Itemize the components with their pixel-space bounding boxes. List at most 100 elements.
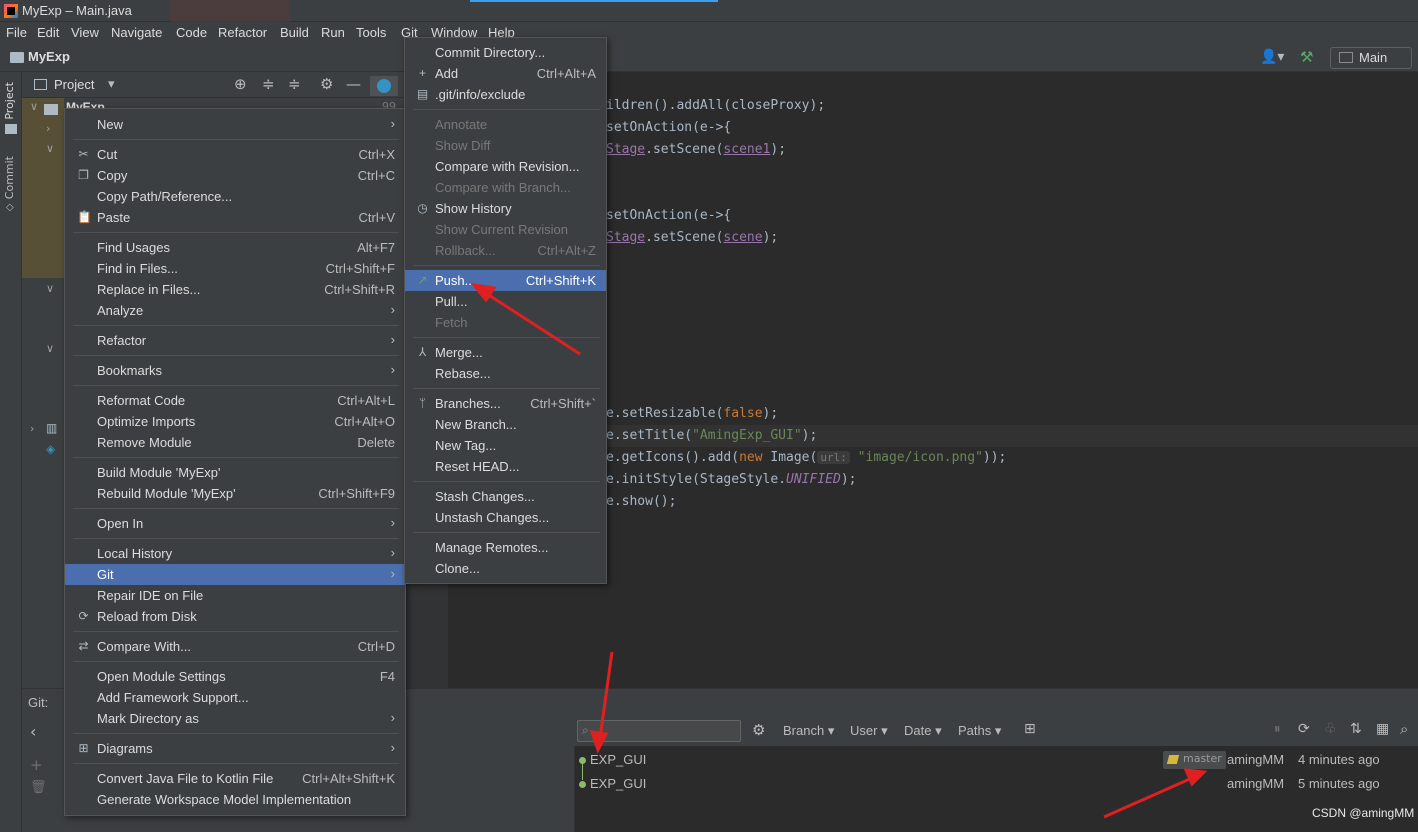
git-menu-item-stash-changes[interactable]: Stash Changes... <box>405 486 606 507</box>
menu-item-label: Rebase... <box>435 366 491 381</box>
context-menu-item-reload-from-disk[interactable]: ⟳ Reload from Disk <box>65 606 405 627</box>
add-icon[interactable]: + <box>30 756 43 774</box>
delete-icon[interactable]: 🗑 <box>30 780 47 795</box>
context-menu-item-git[interactable]: Git › <box>65 564 405 585</box>
context-menu-item-generate-workspace-model-implementation[interactable]: Generate Workspace Model Implementation <box>65 789 405 810</box>
git-menu-item-show-history[interactable]: ◷ Show History <box>405 198 606 219</box>
refresh-icon[interactable]: ⟳ <box>1298 721 1310 737</box>
search-icon[interactable]: ⌕ <box>1400 720 1408 738</box>
context-menu-item-compare-with[interactable]: ⇄ Compare With... Ctrl+D <box>65 636 405 657</box>
watermark: CSDN @amingMM <box>1312 806 1415 820</box>
git-menu-item-add[interactable]: + Add Ctrl+Alt+A <box>405 63 606 84</box>
locate-file-icon[interactable]: ⊕ <box>234 75 247 93</box>
git-menu-item-push[interactable]: ↗ Push... Ctrl+Shift+K <box>405 270 606 291</box>
git-menu-item-branches[interactable]: ᛘ Branches... Ctrl+Shift+` <box>405 393 606 414</box>
git-menu-item-reset-head[interactable]: Reset HEAD... <box>405 456 606 477</box>
tree-collapsed-chevron-icon[interactable]: › <box>30 422 34 435</box>
menu-separator <box>413 337 600 338</box>
context-menu-item-refactor[interactable]: Refactor › <box>65 330 405 351</box>
commit-tool-tab[interactable]: Commit <box>3 156 16 199</box>
new-tab-icon[interactable]: ⊞ <box>1024 721 1036 737</box>
context-menu-item-replace-in-files[interactable]: Replace in Files... Ctrl+Shift+R <box>65 279 405 300</box>
context-menu-item-open-module-settings[interactable]: Open Module Settings F4 <box>65 666 405 687</box>
context-menu-item-copy[interactable]: ❐ Copy Ctrl+C <box>65 165 405 186</box>
git-menu-item-git-info-exclude[interactable]: ▤ .git/info/exclude <box>405 84 606 105</box>
context-menu-item-remove-module[interactable]: Remove Module Delete <box>65 432 405 453</box>
menu-item-shortcut: Alt+F7 <box>357 240 395 255</box>
user-filter[interactable]: User ▾ <box>850 723 888 739</box>
git-menu-item-new-branch[interactable]: New Branch... <box>405 414 606 435</box>
context-menu-item-copy-path-reference[interactable]: Copy Path/Reference... <box>65 186 405 207</box>
context-menu-item-paste[interactable]: 📋 Paste Ctrl+V <box>65 207 405 228</box>
breadcrumb-project[interactable]: MyExp <box>28 49 70 64</box>
minimize-icon[interactable]: — <box>346 75 361 93</box>
pause-icon[interactable]: ⏸ <box>1274 722 1281 737</box>
context-menu-item-bookmarks[interactable]: Bookmarks › <box>65 360 405 381</box>
git-menu-item-merge[interactable]: ⅄ Merge... <box>405 342 606 363</box>
context-menu-item-find-in-files[interactable]: Find in Files... Ctrl+Shift+F <box>65 258 405 279</box>
context-menu-item-rebuild-module-myexp[interactable]: Rebuild Module 'MyExp' Ctrl+Shift+F9 <box>65 483 405 504</box>
tree-collapsed-chevron-icon[interactable]: › <box>46 122 50 135</box>
context-menu-item-cut[interactable]: ✂ Cut Ctrl+X <box>65 144 405 165</box>
git-menu-item-commit-directory[interactable]: Commit Directory... <box>405 42 606 63</box>
git-menu-item-clone[interactable]: Clone... <box>405 558 606 579</box>
commit-row[interactable]: EXP_GUI amingMM 5 minutes ago <box>575 772 1418 796</box>
run-configuration-select[interactable]: Main <box>1330 47 1412 69</box>
menu-item-shortcut: Ctrl+Alt+O <box>334 414 395 429</box>
push-arrow-icon: ↗ <box>417 273 428 287</box>
tree-expanded-chevron-icon[interactable]: ∨ <box>46 282 54 295</box>
menu-item-label: New Tag... <box>435 438 497 453</box>
context-menu-item-diagrams[interactable]: ⊞ Diagrams › <box>65 738 405 759</box>
project-panel-title[interactable]: Project <box>54 77 94 92</box>
context-menu-item-find-usages[interactable]: Find Usages Alt+F7 <box>65 237 405 258</box>
commit-row[interactable]: EXP_GUI master amingMM 4 minutes ago <box>575 748 1418 772</box>
menu-code[interactable]: Code <box>176 25 207 40</box>
context-menu-item-optimize-imports[interactable]: Optimize Imports Ctrl+Alt+O <box>65 411 405 432</box>
context-menu-item-local-history[interactable]: Local History › <box>65 543 405 564</box>
menu-view[interactable]: View <box>71 25 99 40</box>
context-menu-item-repair-ide-on-file[interactable]: Repair IDE on File <box>65 585 405 606</box>
git-menu-item-new-tag[interactable]: New Tag... <box>405 435 606 456</box>
context-menu-item-mark-directory-as[interactable]: Mark Directory as › <box>65 708 405 729</box>
git-menu-item-rebase[interactable]: Rebase... <box>405 363 606 384</box>
branch-filter[interactable]: Branch ▾ <box>783 723 834 739</box>
date-filter[interactable]: Date ▾ <box>904 723 942 739</box>
cherry-pick-icon[interactable]: ♧ <box>1324 721 1337 737</box>
paths-filter[interactable]: Paths ▾ <box>958 723 1001 739</box>
gear-icon[interactable]: ⚙ <box>320 75 333 93</box>
commit-time: 4 minutes ago <box>1298 752 1380 767</box>
menu-navigate[interactable]: Navigate <box>111 25 162 40</box>
graph-options-icon[interactable]: ▦ <box>1376 721 1389 737</box>
context-menu-item-open-in[interactable]: Open In › <box>65 513 405 534</box>
expand-all-icon[interactable]: ≑ <box>262 75 275 93</box>
context-menu-item-add-framework-support[interactable]: Add Framework Support... <box>65 687 405 708</box>
context-menu-item-build-module-myexp[interactable]: Build Module 'MyExp' <box>65 462 405 483</box>
context-menu-item-reformat-code[interactable]: Reformat Code Ctrl+Alt+L <box>65 390 405 411</box>
git-menu-item-pull[interactable]: Pull... <box>405 291 606 312</box>
context-menu-item-new[interactable]: New › <box>65 114 405 135</box>
git-tool-tab[interactable]: Git: <box>28 695 48 710</box>
menu-run[interactable]: Run <box>321 25 345 40</box>
gear-icon[interactable]: ⚙ <box>752 721 765 739</box>
git-menu-item-manage-remotes[interactable]: Manage Remotes... <box>405 537 606 558</box>
back-arrow-icon[interactable]: ‹ <box>30 722 36 741</box>
menu-tools[interactable]: Tools <box>356 25 386 40</box>
collapse-all-icon[interactable]: ≑ <box>288 75 301 93</box>
tree-expanded-chevron-icon[interactable]: ∨ <box>46 342 54 355</box>
git-log-search-input[interactable]: ⌕ <box>577 720 741 742</box>
project-view-dropdown-icon[interactable]: ▾ <box>108 77 115 92</box>
menu-edit[interactable]: Edit <box>37 25 59 40</box>
context-menu-item-analyze[interactable]: Analyze › <box>65 300 405 321</box>
menu-refactor[interactable]: Refactor <box>218 25 267 40</box>
menu-file[interactable]: File <box>6 25 27 40</box>
project-tool-tab[interactable]: Project <box>3 82 16 120</box>
build-hammer-icon[interactable]: ⚒ <box>1300 48 1313 66</box>
context-menu-item-convert-java-file-to-kotlin-file[interactable]: Convert Java File to Kotlin File Ctrl+Alt… <box>65 768 405 789</box>
tree-expanded-chevron-icon[interactable]: ∨ <box>46 142 54 155</box>
sort-icon[interactable]: ⇅ <box>1350 721 1362 737</box>
menu-build[interactable]: Build <box>280 25 309 40</box>
tree-expand-chevron-icon[interactable]: ∨ <box>30 100 38 113</box>
user-account-icon[interactable]: 👤▾ <box>1260 49 1284 65</box>
git-menu-item-unstash-changes[interactable]: Unstash Changes... <box>405 507 606 528</box>
git-menu-item-compare-with-revision[interactable]: Compare with Revision... <box>405 156 606 177</box>
